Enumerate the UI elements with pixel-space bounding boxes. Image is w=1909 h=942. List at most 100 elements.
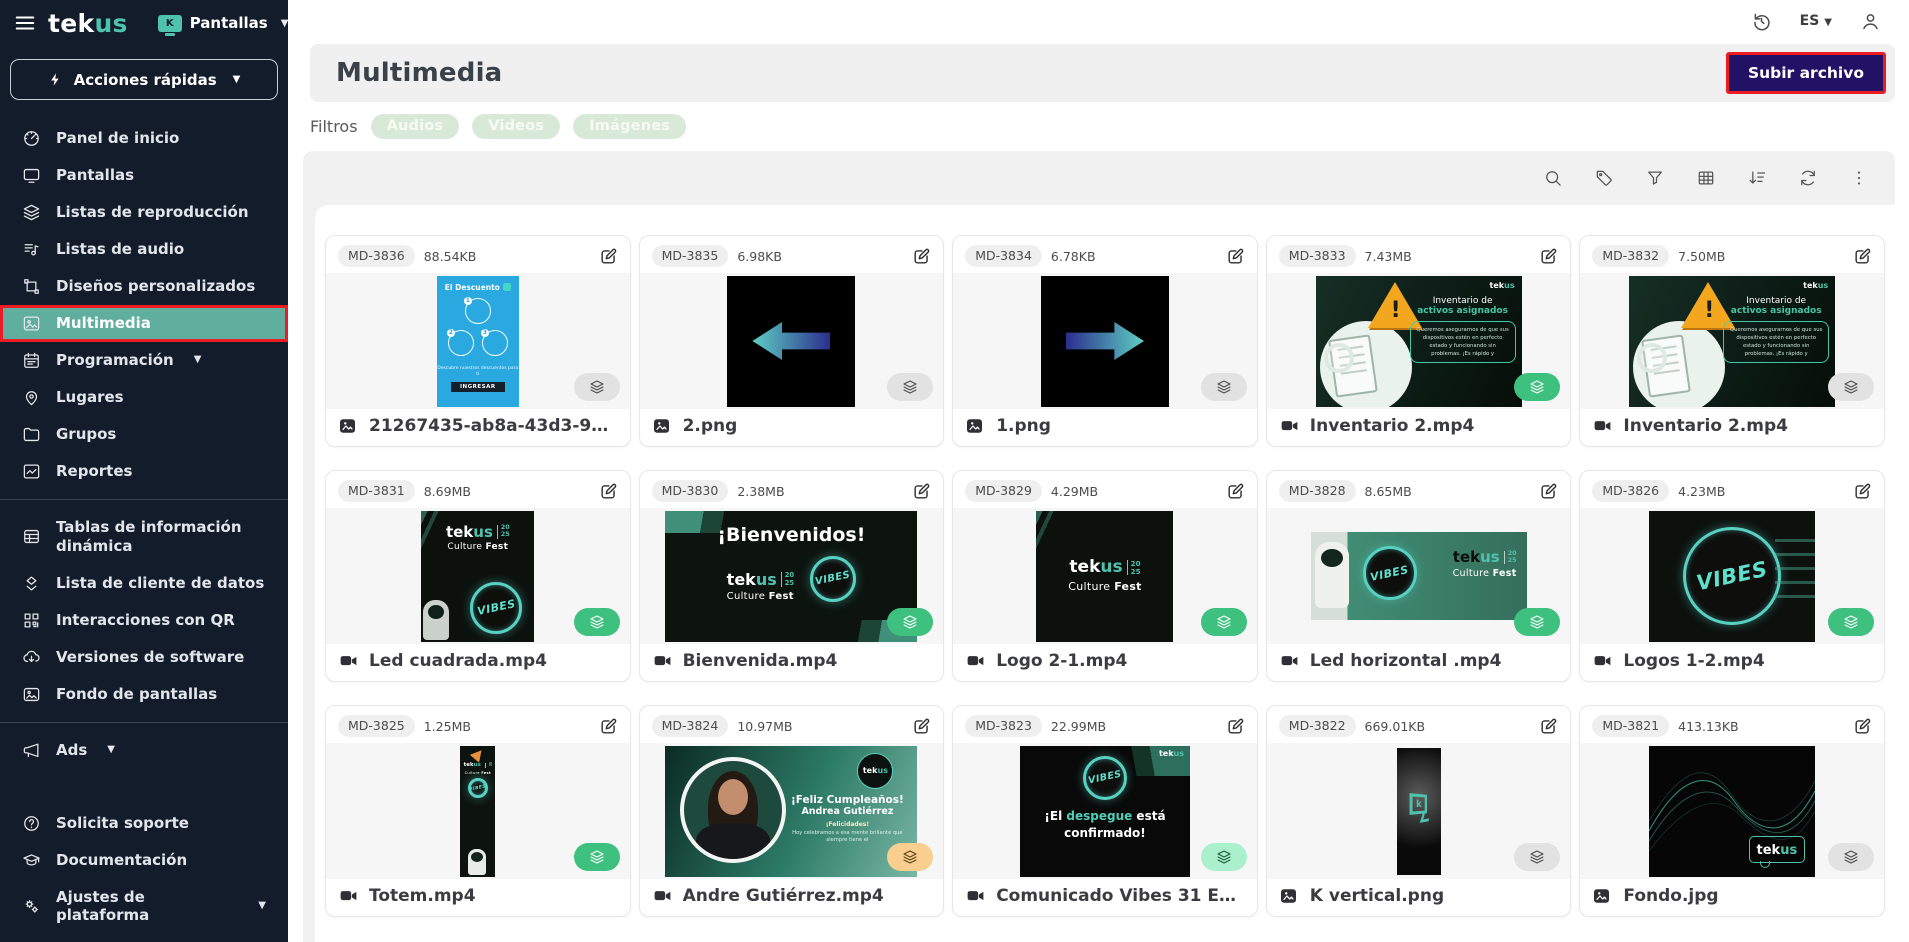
layers-badge[interactable] xyxy=(1201,608,1247,636)
sidebar-item-programacion[interactable]: Programación▼ xyxy=(0,342,288,379)
sort-icon[interactable] xyxy=(1747,168,1767,188)
card-footer: 1.png xyxy=(953,409,1257,446)
media-card-md-3823[interactable]: MD-3823 22.99MB tekus VIBES¡El despegue … xyxy=(952,705,1258,917)
media-card-md-3831[interactable]: MD-3831 8.69MB tekus2025Culture FestVIBE… xyxy=(325,470,631,682)
media-card-md-3824[interactable]: MD-3824 10.97MB tekus ¡Feliz Cumpleaños!… xyxy=(639,705,945,917)
grid-icon[interactable] xyxy=(1696,168,1716,188)
edit-icon[interactable] xyxy=(1226,717,1245,736)
edit-icon[interactable] xyxy=(1853,717,1872,736)
app-root: tekus K Pantallas ▼ Acciones rápidas ▼ P… xyxy=(0,0,1909,942)
media-card-md-3834[interactable]: MD-3834 6.78KB 1.png xyxy=(952,235,1258,447)
file-size: 7.43MB xyxy=(1365,249,1412,264)
upload-file-button[interactable]: Subir archivo xyxy=(1726,52,1886,94)
edit-icon[interactable] xyxy=(1226,482,1245,501)
layers-badge[interactable] xyxy=(574,373,620,401)
image-icon xyxy=(965,417,986,435)
media-card-md-3828[interactable]: MD-3828 8.65MB VIBES tekus2025Culture Fe… xyxy=(1266,470,1572,682)
layers-badge[interactable] xyxy=(887,373,933,401)
edit-icon[interactable] xyxy=(1539,482,1558,501)
edit-icon[interactable] xyxy=(1226,247,1245,266)
sidebar-item-documentacion[interactable]: Documentación xyxy=(0,842,288,879)
file-name: Inventario 2.mp4 xyxy=(1623,416,1788,436)
more-icon[interactable] xyxy=(1849,168,1869,188)
media-card-md-3836[interactable]: MD-3836 88.54KB El Descuento 1 2 3 Descu… xyxy=(325,235,631,447)
image-icon xyxy=(1279,887,1300,905)
filter-chip-imagenes[interactable]: Imágenes xyxy=(573,114,686,139)
media-card-md-3825[interactable]: MD-3825 1.25MB tekus2025Culture FestVIBE… xyxy=(325,705,631,917)
tag-icon[interactable] xyxy=(1594,168,1614,188)
search-icon[interactable] xyxy=(1543,168,1563,188)
edit-icon[interactable] xyxy=(599,247,618,266)
sidebar-item-solicita-soporte[interactable]: Solicita soporte xyxy=(0,805,288,842)
filter-chip-audios[interactable]: Audios xyxy=(371,114,460,139)
layers-badge[interactable] xyxy=(1201,843,1247,871)
edit-icon[interactable] xyxy=(1539,717,1558,736)
media-card-md-3822[interactable]: MD-3822 669.01KB k K vertical.png xyxy=(1266,705,1572,917)
thumbnail: tekus ! Inventario deactivos asignados Q… xyxy=(1267,273,1571,409)
file-size: 7.50MB xyxy=(1678,249,1725,264)
content-panel: MD-3836 88.54KB El Descuento 1 2 3 Descu… xyxy=(303,151,1895,942)
edit-icon[interactable] xyxy=(912,247,931,266)
quick-actions-button[interactable]: Acciones rápidas ▼ xyxy=(10,59,278,100)
sidebar-item-reportes[interactable]: Reportes xyxy=(0,453,288,490)
layers-badge[interactable] xyxy=(887,608,933,636)
screen-selector[interactable]: K Pantallas ▼ xyxy=(158,14,289,32)
sidebar-item-interacciones-con-qr[interactable]: Interacciones con QR xyxy=(0,602,288,639)
layers-badge[interactable] xyxy=(1514,843,1560,871)
brand-logo[interactable]: tekus xyxy=(48,11,128,36)
history-icon[interactable] xyxy=(1751,11,1772,32)
sidebar-item-fondo-de-pantallas[interactable]: Fondo de pantallas xyxy=(0,676,288,713)
edit-icon[interactable] xyxy=(599,717,618,736)
sidebar-item-listas-de-audio[interactable]: Listas de audio xyxy=(0,231,288,268)
sidebar-item-lista-de-cliente-de-datos[interactable]: Lista de cliente de datos xyxy=(0,565,288,602)
media-card-md-3829[interactable]: MD-3829 4.29MB tekus2025Culture Fest Log… xyxy=(952,470,1258,682)
sidebar-item-panel-de-inicio[interactable]: Panel de inicio xyxy=(0,120,288,157)
filter-chip-videos[interactable]: Videos xyxy=(472,114,560,139)
layers-badge[interactable] xyxy=(1828,843,1874,871)
sidebar-item-listas-de-reproduccion[interactable]: Listas de reproducción xyxy=(0,194,288,231)
sidebar-item-lugares[interactable]: Lugares xyxy=(0,379,288,416)
frame-icon xyxy=(22,277,41,296)
edit-icon[interactable] xyxy=(912,717,931,736)
edit-icon[interactable] xyxy=(1853,247,1872,266)
layers-badge[interactable] xyxy=(574,608,620,636)
media-card-md-3830[interactable]: MD-3830 2.38MB ¡Bienvenidos! tekus2025Cu… xyxy=(639,470,945,682)
edit-icon[interactable] xyxy=(1539,247,1558,266)
edit-icon[interactable] xyxy=(912,482,931,501)
sidebar-item-grupos[interactable]: Grupos xyxy=(0,416,288,453)
layers-badge[interactable] xyxy=(887,843,933,871)
media-card-md-3833[interactable]: MD-3833 7.43MB tekus ! Inventario deacti… xyxy=(1266,235,1572,447)
sidebar-item-ads[interactable]: Ads▼ xyxy=(0,732,288,769)
refresh-icon[interactable] xyxy=(1798,168,1818,188)
thumbnail: k xyxy=(1267,743,1571,879)
media-card-md-3821[interactable]: MD-3821 413.13KB tekus Fondo.jpg xyxy=(1579,705,1885,917)
layers-badge[interactable] xyxy=(1514,608,1560,636)
edit-icon[interactable] xyxy=(599,482,618,501)
media-card-md-3835[interactable]: MD-3835 6.98KB 2.png xyxy=(639,235,945,447)
sidebar-item-ajustes-de-plataforma[interactable]: Ajustes de plataforma▼ xyxy=(0,879,288,935)
sidebar-item-disenos-personalizados[interactable]: Diseños personalizados xyxy=(0,268,288,305)
media-card-md-3826[interactable]: MD-3826 4.23MB VIBES Logos 1-2.mp4 xyxy=(1579,470,1885,682)
language-selector[interactable]: ES▼ xyxy=(1800,13,1832,29)
filter-icon[interactable] xyxy=(1645,168,1665,188)
layers-badge[interactable] xyxy=(1828,608,1874,636)
sidebar-item-multimedia[interactable]: Multimedia xyxy=(0,305,288,342)
thumbnail: tekus VIBES¡El despegue estáconfirmado! xyxy=(953,743,1257,879)
media-id-badge: MD-3829 xyxy=(965,480,1042,502)
layers-badge[interactable] xyxy=(1514,373,1560,401)
sidebar-item-label: Documentación xyxy=(56,851,187,870)
chevron-down-icon: ▼ xyxy=(1824,17,1832,28)
hamburger-menu-icon[interactable] xyxy=(14,12,36,34)
sidebar-item-versiones-de-software[interactable]: Versiones de software xyxy=(0,639,288,676)
layers-badge[interactable] xyxy=(1828,373,1874,401)
media-card-md-3832[interactable]: MD-3832 7.50MB tekus ! Inventario deacti… xyxy=(1579,235,1885,447)
card-header: MD-3833 7.43MB xyxy=(1267,236,1571,273)
sidebar-item-pantallas[interactable]: Pantallas xyxy=(0,157,288,194)
sidebar-item-label: Fondo de pantallas xyxy=(56,685,217,704)
layers-badge[interactable] xyxy=(574,843,620,871)
user-icon[interactable] xyxy=(1860,11,1881,32)
file-size: 413.13KB xyxy=(1678,719,1739,734)
sidebar-item-tablas-de-informacion-dinamica[interactable]: Tablas de información dinámica xyxy=(0,509,288,565)
layers-badge[interactable] xyxy=(1201,373,1247,401)
edit-icon[interactable] xyxy=(1853,482,1872,501)
